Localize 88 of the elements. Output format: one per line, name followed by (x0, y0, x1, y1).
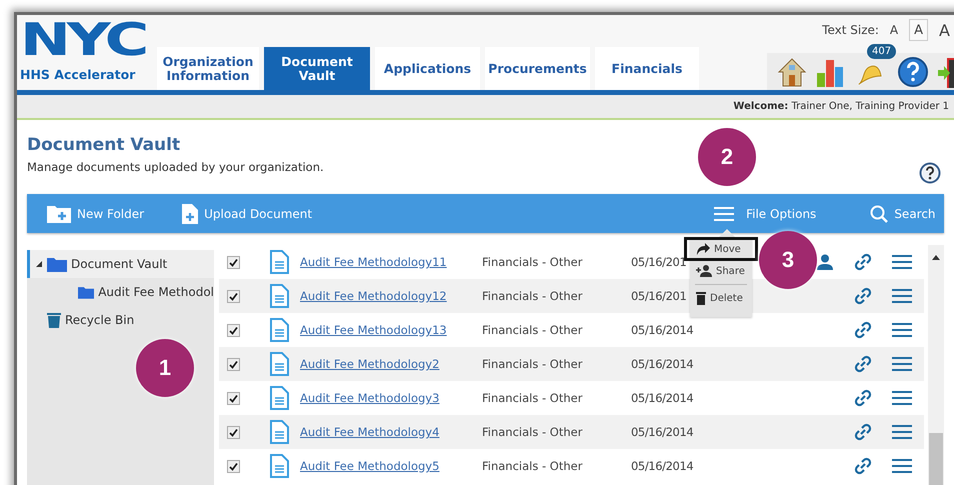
table-cell: 05/16/201 (631, 289, 686, 303)
checkbox[interactable] (227, 290, 240, 302)
tree-item[interactable]: Audit Fee Methodol (27, 278, 214, 306)
checkbox[interactable] (227, 426, 240, 438)
checkbox[interactable] (227, 256, 240, 268)
link-icon[interactable] (854, 287, 872, 305)
page-title: Document Vault (27, 135, 182, 155)
text-size-button[interactable]: A (934, 19, 954, 41)
link-icon[interactable] (854, 389, 872, 407)
link-icon[interactable] (854, 253, 872, 271)
link-icon[interactable] (854, 423, 872, 441)
folder-icon (78, 284, 94, 300)
menu-item[interactable]: Share (690, 262, 752, 280)
menu-icon (714, 206, 734, 220)
trash-icon (696, 292, 706, 304)
table-cell-text: Financials - Other (482, 323, 584, 337)
text-size-label: Text Size: (822, 23, 879, 37)
nav-tab[interactable]: Procurements (485, 47, 590, 90)
table-cell-text: Financials - Other (482, 255, 584, 269)
folder-icon (47, 256, 67, 272)
file-plus-icon (182, 204, 198, 224)
person-icon[interactable] (817, 254, 833, 270)
document-link[interactable]: Audit Fee Methodology12 (300, 289, 482, 303)
menu-item[interactable]: Move (684, 237, 758, 261)
folder-plus-icon (47, 204, 71, 222)
table-cell-text: Financials - Other (482, 459, 584, 473)
menu-icon[interactable] (892, 425, 912, 439)
help-icon[interactable] (919, 162, 941, 184)
document-link[interactable]: Audit Fee Methodology11 (300, 255, 482, 269)
document-icon (270, 318, 289, 342)
nav-tab[interactable]: Organization Information (157, 47, 259, 90)
document-icon (270, 284, 289, 308)
scrollbar[interactable] (928, 245, 944, 485)
document-icon (270, 386, 289, 410)
document-icon (270, 352, 289, 376)
notification-badge: 407 (867, 44, 896, 58)
link-icon[interactable] (854, 321, 872, 339)
checkbox[interactable] (227, 324, 240, 336)
document-link[interactable]: Audit Fee Methodology4 (300, 425, 482, 439)
table-cell: 05/16/2014 (631, 459, 694, 473)
table-cell: 05/16/2014 (631, 357, 694, 371)
add-user-icon (696, 265, 712, 277)
tree-item[interactable]: Document Vault (27, 250, 214, 278)
checkbox[interactable] (227, 358, 240, 370)
nav-tab[interactable]: Financials (595, 47, 699, 90)
checkbox[interactable] (227, 460, 240, 472)
logo: NYC (20, 19, 146, 61)
welcome-text: Welcome: Trainer One, Training Provider 1 (733, 101, 949, 112)
text-size-button[interactable]: A (884, 19, 904, 41)
menu-icon[interactable] (892, 255, 912, 269)
document-icon (270, 250, 289, 274)
text-size-button[interactable]: A (909, 19, 928, 41)
table-cell-text: Financials - Other (482, 391, 584, 405)
arrow-icon (696, 243, 710, 255)
document-link[interactable]: Audit Fee Methodology2 (300, 357, 482, 371)
table-cell-text: Financials - Other (482, 425, 584, 439)
menu-icon[interactable] (892, 289, 912, 303)
document-link[interactable]: Audit Fee Methodology3 (300, 391, 482, 405)
menu-icon[interactable] (892, 323, 912, 337)
help-icon[interactable] (897, 56, 929, 88)
scroll-thumb[interactable] (929, 433, 943, 485)
document-link[interactable]: Audit Fee Methodology13 (300, 323, 482, 337)
page-subtitle: Manage documents uploaded by your organization. (27, 160, 324, 174)
home-icon[interactable] (777, 56, 807, 86)
document-link[interactable]: Audit Fee Methodology5 (300, 459, 482, 473)
nav-tab[interactable]: Document Vault (264, 47, 370, 90)
document-icon (270, 454, 289, 478)
table-cell: 05/16/2014 (631, 425, 694, 439)
search-icon (870, 204, 888, 222)
logo-subtitle: HHS Accelerator (20, 67, 136, 82)
menu-icon[interactable] (892, 357, 912, 371)
table-cell: 05/16/2014 (631, 323, 694, 337)
nav-tab[interactable]: Applications (375, 47, 480, 90)
expand-icon (35, 260, 43, 268)
document-icon (270, 420, 289, 444)
menu-icon[interactable] (892, 459, 912, 473)
table-cell-text: Financials - Other (482, 289, 584, 303)
menu-item[interactable]: Delete (690, 289, 752, 307)
table-cell-text: Financials - Other (482, 357, 584, 371)
scroll-up-icon[interactable] (932, 255, 940, 260)
trash-icon (47, 312, 61, 328)
table-cell: 05/16/2014 (631, 391, 694, 405)
link-icon[interactable] (854, 355, 872, 373)
checkbox[interactable] (227, 392, 240, 404)
table-cell: 05/16/201 (631, 255, 686, 269)
menu-icon[interactable] (892, 391, 912, 405)
tree-item[interactable]: Recycle Bin (27, 306, 214, 334)
link-icon[interactable] (854, 457, 872, 475)
